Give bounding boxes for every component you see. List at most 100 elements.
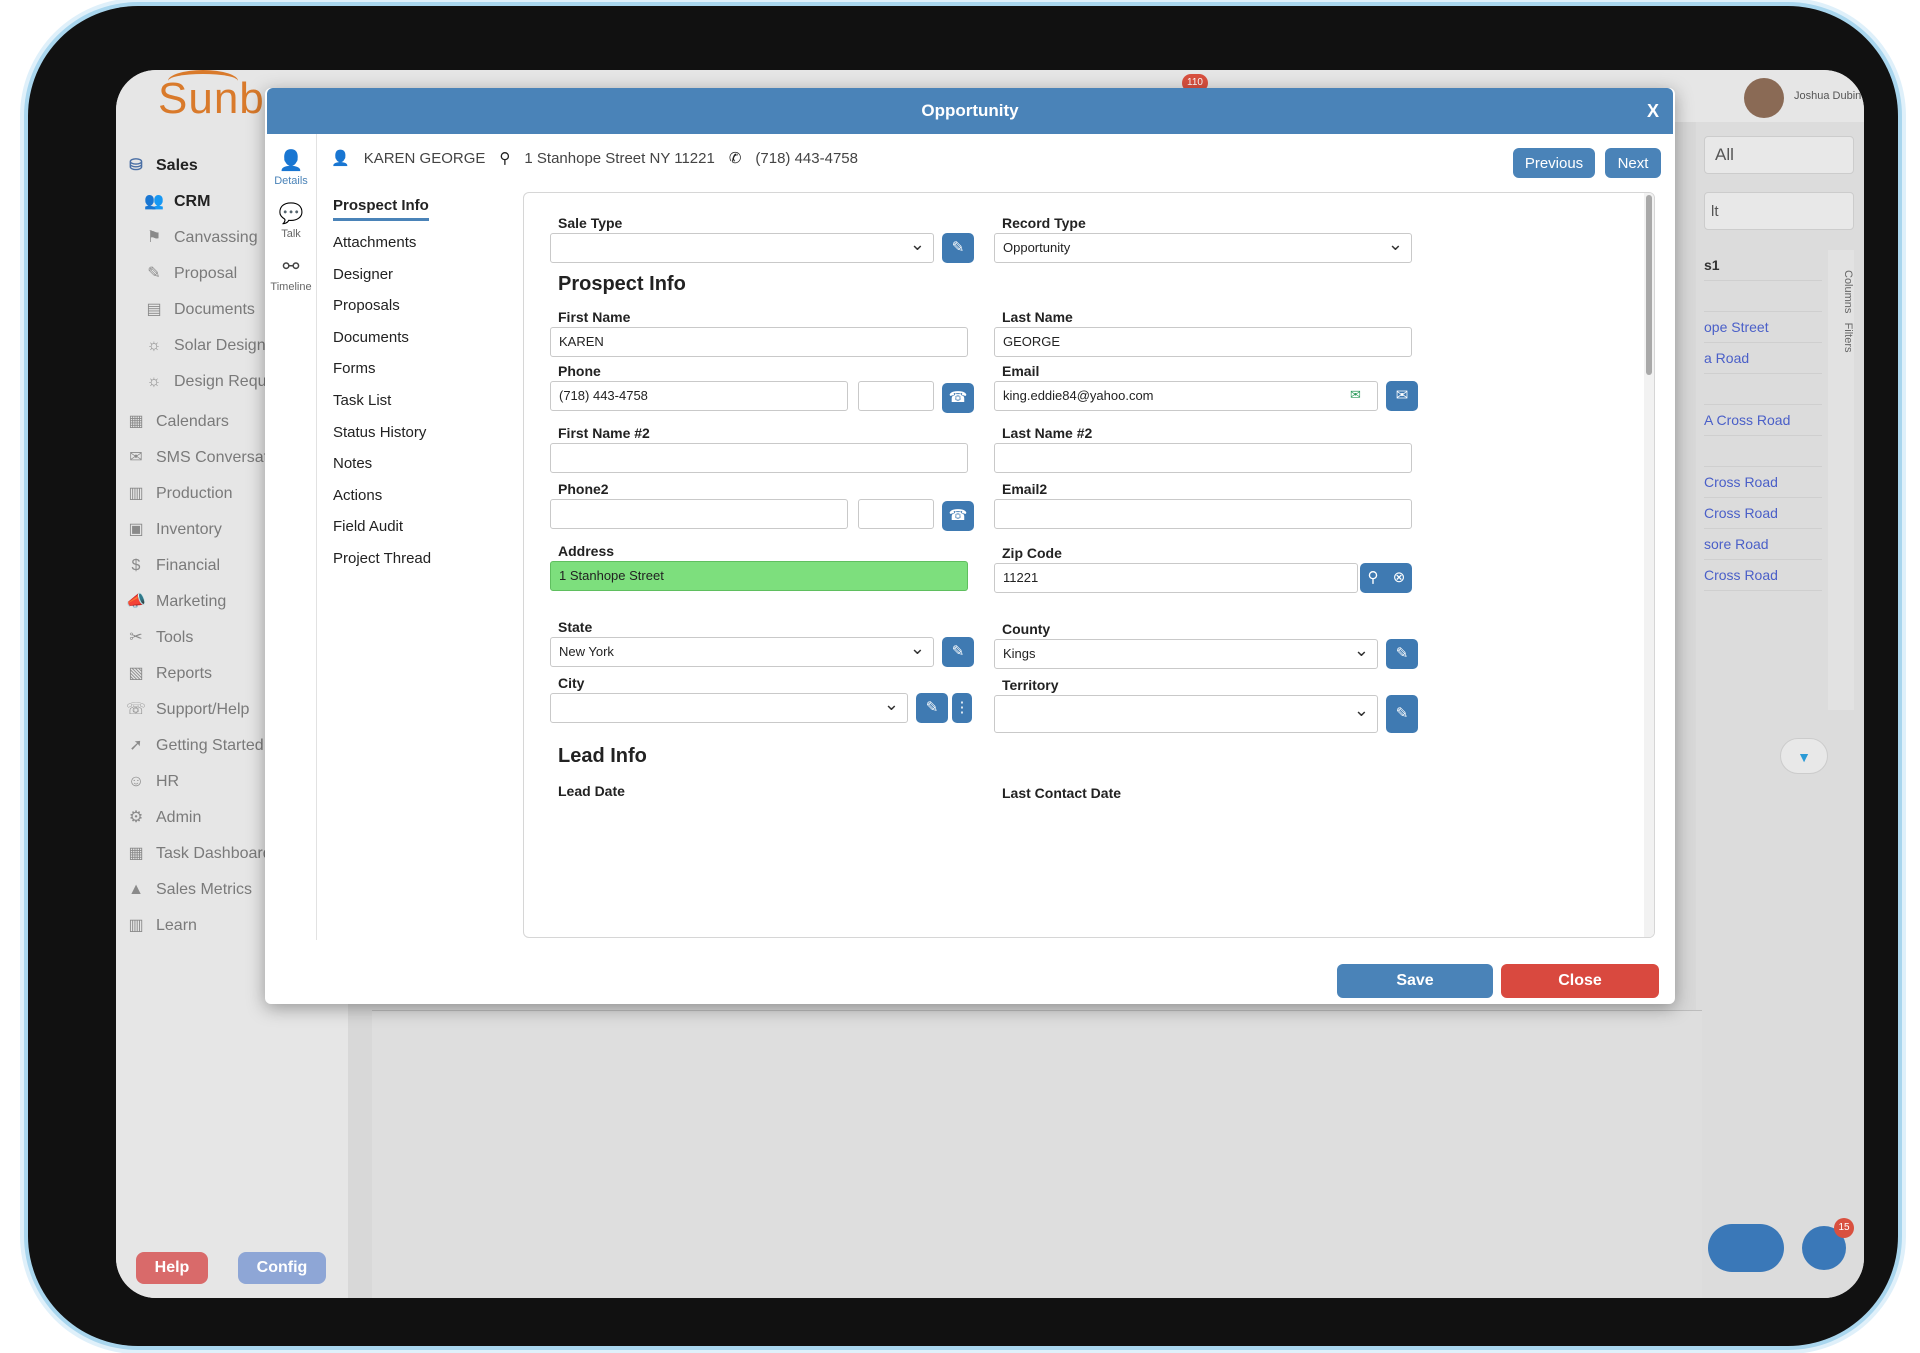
phone2-field[interactable] — [550, 499, 848, 529]
first-name2-label: First Name #2 — [558, 425, 650, 441]
sidebar-item-label: Inventory — [156, 521, 222, 538]
phone-ext-field[interactable] — [858, 381, 934, 411]
contact-phone[interactable]: (718) 443-4758 — [755, 150, 858, 167]
state-edit-button[interactable]: ✎ — [942, 637, 974, 667]
subnav-actions[interactable]: Actions — [333, 480, 503, 512]
person-icon: ☺ — [127, 773, 145, 790]
subnav-designer[interactable]: Designer — [333, 259, 503, 291]
table-row[interactable]: Cross Road — [1704, 467, 1822, 498]
phone2-call-button[interactable]: ☎ — [942, 501, 974, 531]
calendar-icon: ▦ — [128, 413, 144, 430]
close-button[interactable]: Close — [1501, 964, 1659, 998]
subnav-proposals[interactable]: Proposals — [333, 290, 503, 322]
filter-second-label: lt — [1711, 203, 1719, 220]
iconbar-label: Timeline — [270, 281, 312, 293]
pencil-icon: ✎ — [1395, 645, 1409, 662]
config-button[interactable]: Config — [238, 1252, 326, 1284]
record-type-label: Record Type — [1002, 215, 1086, 231]
email2-field[interactable] — [994, 499, 1412, 529]
filter-select-second[interactable]: lt — [1704, 192, 1854, 230]
address-field[interactable]: 1 Stanhope Street — [550, 561, 968, 591]
territory-select[interactable] — [994, 695, 1378, 733]
modal-icon-bar: 👤 Details 💬 Talk ⚯ Timeline — [265, 134, 317, 940]
subnav-project-thread[interactable]: Project Thread — [333, 543, 503, 575]
walk-icon: ⚑ — [146, 229, 162, 246]
subnav-prospect-info[interactable]: Prospect Info — [333, 194, 429, 221]
table-row[interactable] — [1704, 374, 1822, 405]
first-name2-field[interactable] — [550, 443, 968, 473]
pencil-icon: ✎ — [951, 239, 965, 256]
phone-call-button[interactable]: ☎ — [942, 383, 974, 413]
filter-select-all[interactable]: All — [1704, 136, 1854, 174]
county-select[interactable]: Kings — [994, 639, 1378, 669]
user-name[interactable]: Joshua Dubin — [1794, 90, 1861, 102]
iconbar-timeline[interactable]: ⚯ Timeline — [265, 254, 317, 293]
save-button[interactable]: Save — [1337, 964, 1493, 998]
iconbar-details[interactable]: 👤 Details — [265, 148, 317, 187]
envelope-icon: ✉ — [1395, 387, 1409, 404]
avatar[interactable] — [1744, 78, 1784, 118]
county-edit-button[interactable]: ✎ — [1386, 639, 1418, 669]
rocket-icon: ➚ — [129, 737, 143, 754]
help-button[interactable]: Help — [136, 1252, 208, 1284]
table-row[interactable]: Cross Road — [1704, 498, 1822, 529]
zip-clear-button[interactable]: ⊗ — [1386, 563, 1412, 593]
sidebar-item-label: Financial — [156, 557, 221, 574]
person-icon: 👤 — [278, 150, 304, 172]
table-header-cell: s1 — [1704, 250, 1822, 281]
subnav-field-audit[interactable]: Field Audit — [333, 511, 503, 543]
send-email-button[interactable]: ✉ — [1386, 381, 1418, 411]
sidebar-item-label: Reports — [156, 665, 213, 682]
subnav-attachments[interactable]: Attachments — [333, 227, 503, 259]
tools-icon: ✂ — [129, 629, 143, 646]
filter-icon[interactable]: ▼ — [1780, 738, 1828, 774]
subnav-status-history[interactable]: Status History — [333, 417, 503, 449]
previous-button[interactable]: Previous — [1513, 148, 1595, 178]
last-name-field[interactable]: GEORGE — [994, 327, 1412, 357]
chat-icon: 💬 — [278, 203, 304, 225]
table-row[interactable]: Cross Road — [1704, 560, 1822, 591]
last-name2-field[interactable] — [994, 443, 1412, 473]
next-button[interactable]: Next — [1605, 148, 1661, 178]
sale-type-edit-button[interactable]: ✎ — [942, 233, 974, 263]
sidebar-item-label: Sales Metrics — [156, 881, 253, 898]
phone-call-button[interactable] — [1708, 1224, 1784, 1272]
city-more-button[interactable]: ⋮ — [952, 693, 972, 723]
table-row[interactable]: A Cross Road — [1704, 405, 1822, 436]
solar-icon: ☼ — [146, 337, 162, 354]
state-select[interactable]: New York — [550, 637, 934, 667]
subnav-documents[interactable]: Documents — [333, 322, 503, 354]
zip-code-field[interactable]: 11221 — [994, 563, 1358, 593]
table-row[interactable] — [1704, 436, 1822, 467]
zip-locate-button[interactable]: ⚲ — [1360, 563, 1386, 593]
form-scrollbar-thumb[interactable] — [1646, 195, 1652, 375]
city-select[interactable] — [550, 693, 908, 723]
sale-type-select[interactable] — [550, 233, 934, 263]
email-verified-icon: ✉ — [1350, 387, 1361, 402]
table-row[interactable]: a Road — [1704, 343, 1822, 374]
phone-field[interactable]: (718) 443-4758 — [550, 381, 848, 411]
table-row[interactable]: ope Street — [1704, 312, 1822, 343]
email-field[interactable]: king.eddie84@yahoo.com — [994, 381, 1378, 411]
table-row[interactable] — [1704, 281, 1822, 312]
territory-edit-button[interactable]: ✎ — [1386, 695, 1418, 733]
background-content — [372, 1010, 1702, 1298]
headset-icon: ☏ — [126, 701, 147, 718]
address-label: Address — [558, 543, 615, 559]
subnav-task-list[interactable]: Task List — [333, 385, 503, 417]
subnav-notes[interactable]: Notes — [333, 448, 503, 480]
city-edit-button[interactable]: ✎ — [916, 693, 948, 723]
iconbar-talk[interactable]: 💬 Talk — [265, 201, 317, 240]
modal-close-icon[interactable]: X — [1647, 88, 1659, 134]
sidebar-item-label: Marketing — [156, 593, 227, 610]
request-icon: ☼ — [146, 373, 162, 390]
subnav-forms[interactable]: Forms — [333, 353, 503, 385]
form-scrollbar[interactable] — [1644, 193, 1654, 937]
columns-side-tab[interactable]: Columns Filters — [1828, 250, 1854, 710]
record-type-select[interactable]: Opportunity — [994, 233, 1412, 263]
first-name-field[interactable]: KAREN — [550, 327, 968, 357]
phone2-ext-field[interactable] — [858, 499, 934, 529]
table-row[interactable]: sore Road — [1704, 529, 1822, 560]
sidebar-item-label: Calendars — [156, 413, 229, 430]
territory-label: Territory — [1002, 677, 1059, 693]
